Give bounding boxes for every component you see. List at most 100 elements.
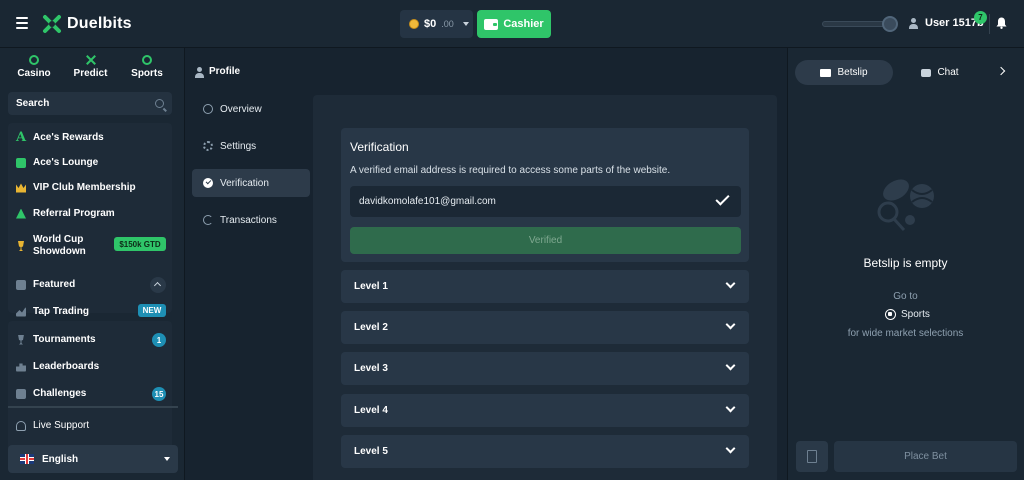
sidebar-item-referral[interactable]: Referral Program xyxy=(16,208,115,219)
user-menu[interactable]: User 1517b xyxy=(908,17,984,29)
sidebar-item-label: Ace's Rewards xyxy=(33,132,104,143)
level-label: Level 2 xyxy=(354,322,388,333)
volume-slider[interactable] xyxy=(822,16,898,32)
check-circle-icon xyxy=(203,178,213,188)
tab-label: Transactions xyxy=(220,214,277,226)
search-icon xyxy=(155,99,164,108)
uk-flag-icon xyxy=(20,454,34,464)
sidebar-item-label: World Cup Showdown xyxy=(33,234,86,258)
tab-settings[interactable]: Settings xyxy=(192,132,310,160)
verified-button[interactable]: Verified xyxy=(350,227,741,254)
sidebar-item-challenges[interactable]: Challenges xyxy=(16,388,86,399)
user-level-badge: 7 xyxy=(974,11,987,24)
top-bar: Duelbits $0 .00 Cashier User 1517b 7 xyxy=(0,0,1024,48)
category-label: Sports xyxy=(131,68,163,79)
level-label: Level 1 xyxy=(354,281,388,292)
sidebar-item-vip-club[interactable]: VIP Club Membership xyxy=(16,182,136,193)
sidebar-item-world-cup[interactable]: World Cup Showdown xyxy=(16,234,86,258)
email-field[interactable]: davidkomolafe101@gmail.com xyxy=(350,186,741,217)
slider-thumb[interactable] xyxy=(882,16,898,32)
gtd-badge: $150k GTD xyxy=(114,237,166,251)
cashier-label: Cashier xyxy=(503,18,544,30)
language-selector[interactable]: English xyxy=(8,445,178,473)
balance-dropdown[interactable]: $0 .00 xyxy=(400,10,473,38)
bell-icon[interactable] xyxy=(996,17,1007,29)
chevron-up-icon xyxy=(153,281,162,290)
gift-icon xyxy=(16,279,26,290)
sidebar-item-leaderboards[interactable]: Leaderboards xyxy=(16,361,99,372)
search-label: Search xyxy=(16,98,50,109)
sidebar-item-label: Referral Program xyxy=(33,208,115,219)
level-label: Level 4 xyxy=(354,405,388,416)
collapse-button[interactable] xyxy=(150,277,166,293)
sports-link-label: Sports xyxy=(901,309,930,320)
level-label: Level 5 xyxy=(354,446,388,457)
chevron-down-icon xyxy=(725,402,736,413)
user-icon xyxy=(194,66,204,78)
wide-market-text: for wide market selections xyxy=(847,328,964,339)
level-label: Level 3 xyxy=(354,363,388,374)
balance-cents: .00 xyxy=(441,19,454,29)
verification-description: A verified email address is required to … xyxy=(350,165,671,176)
sidebar-item-tournaments[interactable]: Tournaments xyxy=(16,334,96,345)
chevron-down-icon xyxy=(462,22,469,26)
menu-icon[interactable] xyxy=(16,17,28,29)
level-5-accordion[interactable]: Level 5 xyxy=(341,435,749,468)
wallet-icon xyxy=(484,18,499,30)
verification-title: Verification xyxy=(350,140,409,154)
chevron-down-icon xyxy=(725,278,736,289)
tab-betslip[interactable]: Betslip xyxy=(795,60,893,85)
new-badge: NEW xyxy=(138,304,166,317)
crossed-swords-icon xyxy=(86,55,96,65)
sidebar-item-label-line1: World Cup xyxy=(33,234,84,245)
sidebar-item-tap-trading[interactable]: Tap Trading xyxy=(16,306,89,317)
email-value: davidkomolafe101@gmail.com xyxy=(359,196,496,207)
puzzle-icon xyxy=(16,388,26,399)
sports-balls-icon xyxy=(877,179,934,232)
headset-icon xyxy=(16,420,26,431)
sidebar-item-live-support[interactable]: Live Support xyxy=(16,420,89,431)
divider xyxy=(989,14,990,34)
user-icon xyxy=(908,17,919,29)
tab-transactions[interactable]: Transactions xyxy=(192,206,310,234)
ace-icon: A xyxy=(16,130,27,145)
tab-label: Overview xyxy=(220,103,262,115)
tab-overview[interactable]: Overview xyxy=(192,95,310,123)
category-predict[interactable]: Predict xyxy=(65,55,117,89)
sidebar-item-label: Challenges xyxy=(33,388,87,399)
lounge-icon xyxy=(16,157,26,168)
logo[interactable]: Duelbits xyxy=(42,14,132,34)
level-2-accordion[interactable]: Level 2 xyxy=(341,311,749,344)
level-3-accordion[interactable]: Level 3 xyxy=(341,352,749,385)
sidebar-item-label: Leaderboards xyxy=(33,361,100,372)
cherries-icon xyxy=(29,55,39,65)
count-badge: 15 xyxy=(152,387,166,401)
sidebar-item-aces-lounge[interactable]: Ace's Lounge xyxy=(16,157,98,168)
count-badge: 1 xyxy=(152,333,166,347)
logo-text: Duelbits xyxy=(67,15,132,32)
clear-betslip-button[interactable] xyxy=(796,441,828,472)
sidebar-item-label-line2: Showdown xyxy=(33,246,86,257)
cashier-button[interactable]: Cashier xyxy=(477,10,551,38)
language-label: English xyxy=(42,453,79,465)
chevron-down-icon xyxy=(164,457,170,461)
level-4-accordion[interactable]: Level 4 xyxy=(341,394,749,427)
history-icon xyxy=(203,215,213,225)
sports-link[interactable]: Sports xyxy=(885,309,930,320)
category-label: Predict xyxy=(73,68,108,79)
featured-header[interactable]: Featured xyxy=(16,279,75,290)
trash-icon xyxy=(807,450,817,463)
gear-icon xyxy=(203,141,213,151)
place-bet-button[interactable]: Place Bet xyxy=(834,441,1017,472)
sidebar-item-aces-rewards[interactable]: A Ace's Rewards xyxy=(16,130,104,145)
tab-chat[interactable]: Chat xyxy=(905,60,975,85)
coin-icon xyxy=(409,19,419,29)
sidebar: Casino Predict Sports Search xyxy=(0,48,185,480)
level-1-accordion[interactable]: Level 1 xyxy=(341,270,749,303)
category-casino[interactable]: Casino xyxy=(8,55,60,89)
ticket-icon xyxy=(820,68,832,77)
tab-verification[interactable]: Verification xyxy=(192,169,310,197)
sidebar-item-label: VIP Club Membership xyxy=(33,182,136,193)
search-input[interactable]: Search xyxy=(8,92,172,115)
category-sports[interactable]: Sports xyxy=(121,55,173,89)
